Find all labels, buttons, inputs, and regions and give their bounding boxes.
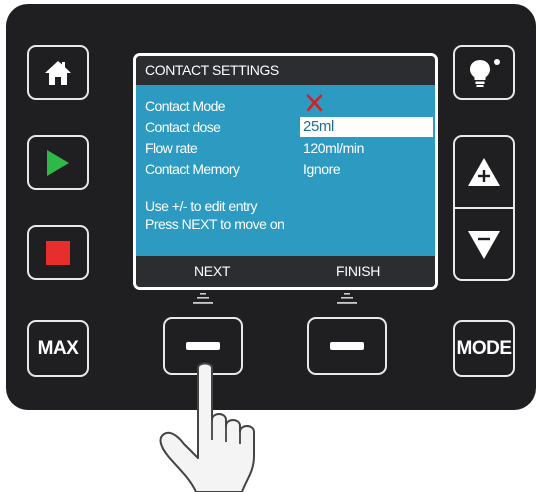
row-label-contact-mode: Contact Mode [145,98,226,114]
mode-button[interactable]: MODE [453,320,515,377]
play-button[interactable] [27,135,89,190]
stop-icon [46,240,70,265]
contact-memory-value: Ignore [303,161,341,177]
x-mark-icon [306,94,323,112]
light-button[interactable] [453,45,515,100]
plus-minus-rocker [453,135,515,281]
minus-triangle-icon [468,231,500,259]
mode-label: MODE [456,337,513,359]
home-button[interactable] [27,45,89,100]
row-label-flow-rate: Flow rate [145,140,198,156]
minus-bar-icon [330,342,364,350]
play-icon [47,149,69,176]
pointing-hand-icon [159,362,255,492]
hint-line-1: Use +/- to edit entry [145,198,258,214]
home-icon [45,60,71,85]
minus-button[interactable] [455,209,513,281]
control-panel: MAX CONTACT SETTINGS Contact Mode Contac… [6,4,536,410]
screen-title: CONTACT SETTINGS [136,56,435,85]
softkey-finish-label: FINISH [336,263,381,279]
stop-button[interactable] [27,225,89,280]
softkey-bar: NEXT FINISH [136,256,435,287]
softkey-right-indicator-icon [337,293,357,304]
softkey-next-label: NEXT [194,263,231,279]
softkey-left-indicator-icon [193,293,213,304]
contact-dose-field[interactable]: 25ml [300,117,433,137]
flow-rate-value: 120ml/min [303,140,364,156]
max-label: MAX [37,337,79,359]
minus-bar-icon [186,342,220,350]
plus-triangle-icon [468,158,500,186]
display-screen: CONTACT SETTINGS Contact Mode Contact do… [133,53,438,290]
row-label-contact-memory: Contact Memory [145,161,240,177]
hint-line-2: Press NEXT to move on [145,216,285,232]
lightbulb-icon [470,58,500,87]
row-label-contact-dose: Contact dose [145,119,221,135]
max-button[interactable]: MAX [27,320,89,377]
plus-button[interactable] [455,137,513,207]
finish-softkey-button[interactable] [307,317,387,375]
